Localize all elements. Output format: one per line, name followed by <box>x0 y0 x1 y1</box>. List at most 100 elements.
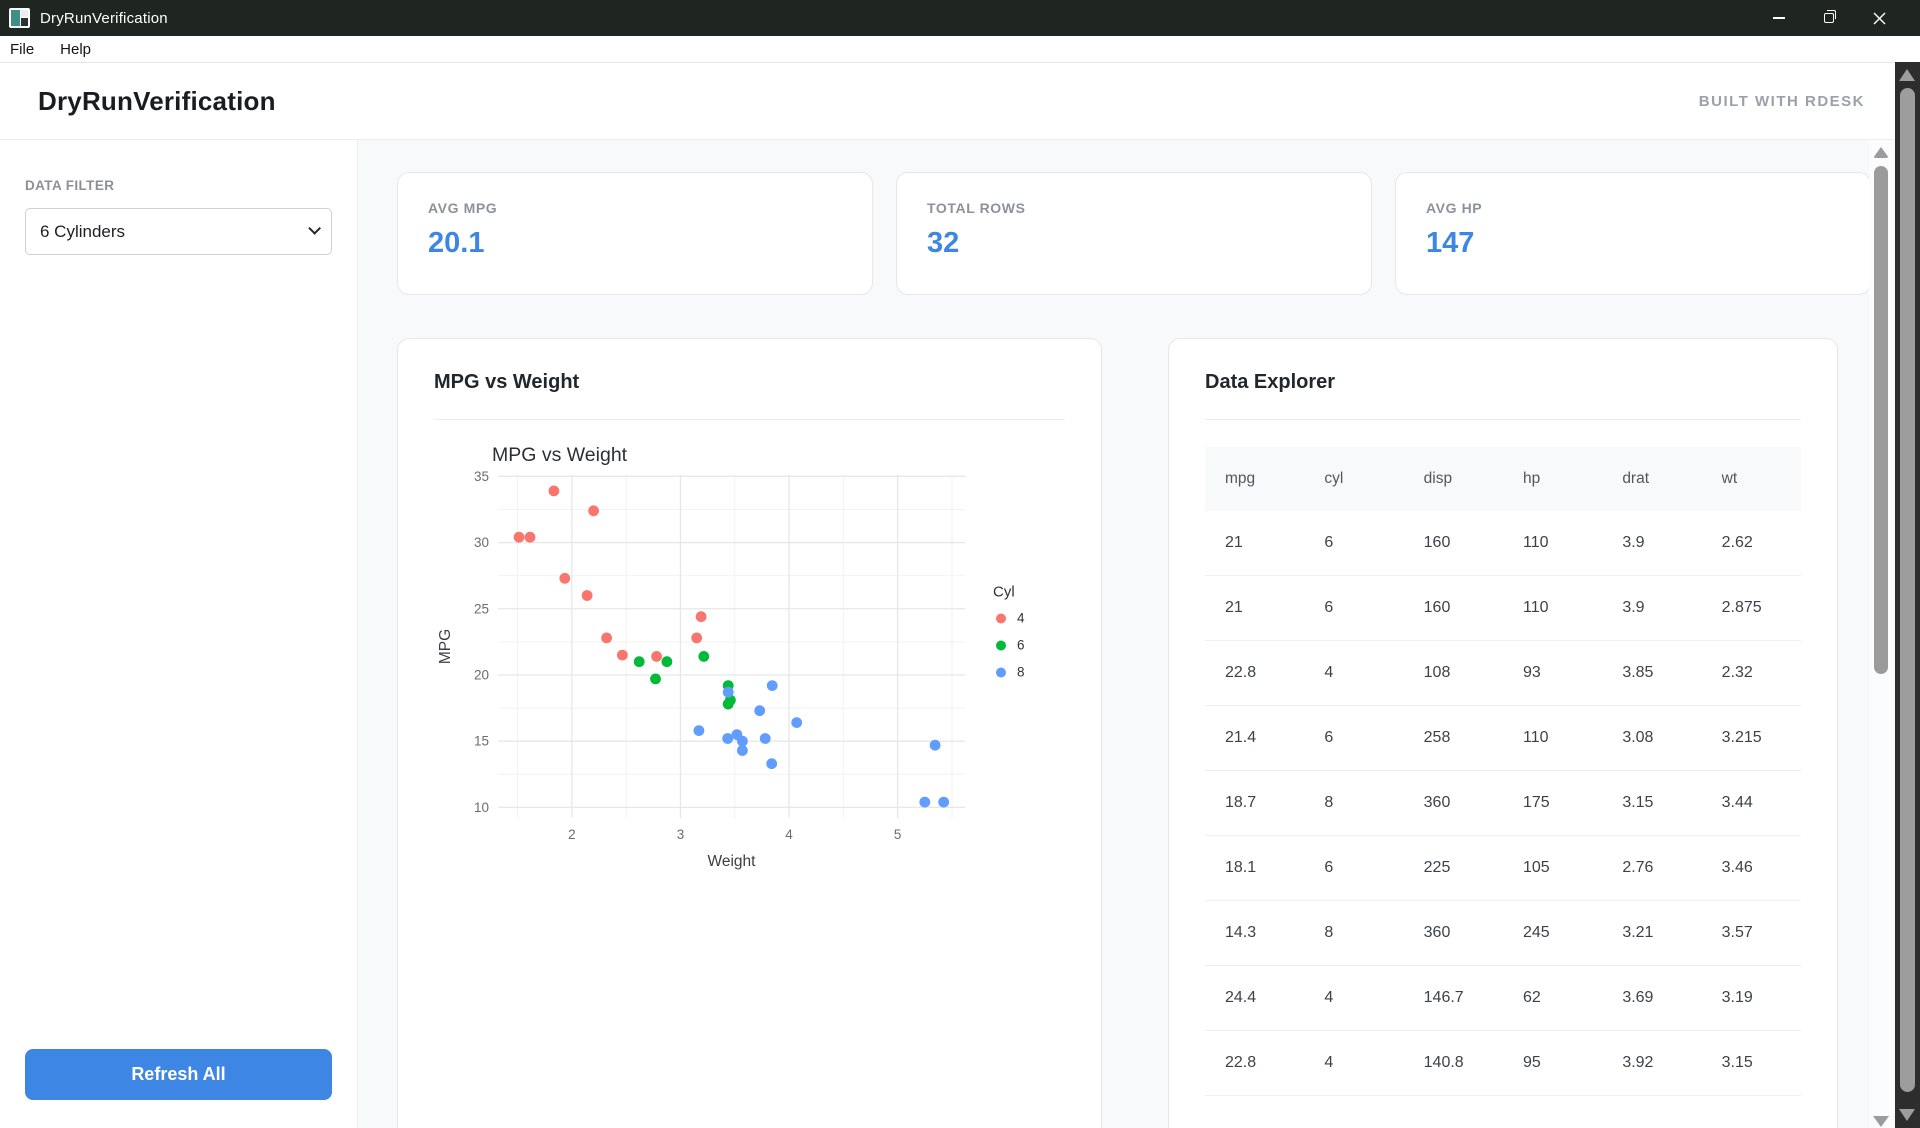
stat-card-avg-hp: AVG HP 147 <box>1395 172 1871 295</box>
table-cell: 3.85 <box>1602 641 1701 706</box>
table-cell: 258 <box>1404 706 1503 771</box>
close-icon <box>1873 12 1886 25</box>
table-cell: 160 <box>1404 576 1503 641</box>
table-cell: 245 <box>1503 901 1602 966</box>
table-cell: 14.3 <box>1205 901 1304 966</box>
table-cell: 3.08 <box>1602 706 1701 771</box>
table-cell: 93 <box>1503 641 1602 706</box>
stat-label: AVG MPG <box>428 200 842 216</box>
table-cell: 3.19 <box>1702 966 1801 1031</box>
table-row: 18.783601753.153.44 <box>1205 771 1801 836</box>
svg-text:MPG: MPG <box>437 629 454 664</box>
table-cell: 175 <box>1503 771 1602 836</box>
table-header: mpgcyldisphpdratwt <box>1205 447 1801 511</box>
table-cell: 2.875 <box>1702 576 1801 641</box>
close-button[interactable] <box>1854 0 1904 36</box>
table-cell: 21 <box>1205 576 1304 641</box>
table-cell: 360 <box>1404 901 1503 966</box>
table-cell: 140.8 <box>1404 1031 1503 1096</box>
svg-text:4: 4 <box>785 827 793 842</box>
table-cell: 3.9 <box>1602 511 1701 576</box>
content-scrollbar-thumb[interactable] <box>1874 166 1888 674</box>
table-cell: 360 <box>1404 771 1503 836</box>
table-cell: 6 <box>1304 706 1403 771</box>
stat-card-total-rows: TOTAL ROWS 32 <box>896 172 1372 295</box>
menu-item-file[interactable]: File <box>10 41 34 58</box>
column-header-mpg: mpg <box>1205 447 1304 511</box>
svg-text:5: 5 <box>894 827 902 842</box>
stat-card-avg-mpg: AVG MPG 20.1 <box>397 172 873 295</box>
table-cell: 3.9 <box>1602 576 1701 641</box>
scroll-up-icon[interactable] <box>1873 147 1889 158</box>
column-header-drat: drat <box>1602 447 1701 511</box>
chart-card: MPG vs Weight MPG vs Weight1015202530352… <box>397 338 1102 1128</box>
table-cell: 3.92 <box>1602 1031 1701 1096</box>
table-cell: 8 <box>1304 771 1403 836</box>
svg-text:15: 15 <box>474 734 489 749</box>
table-cell: 3.215 <box>1702 706 1801 771</box>
table-cell: 110 <box>1503 511 1602 576</box>
table-cell: 2.76 <box>1602 836 1701 901</box>
app-icon <box>9 8 30 28</box>
table-cell: 3.46 <box>1702 836 1801 901</box>
chart-card-title: MPG vs Weight <box>434 371 1065 394</box>
table-cell: 22.8 <box>1205 641 1304 706</box>
built-with-badge: BUILT WITH RDESK <box>1699 93 1865 110</box>
cylinder-filter-select[interactable]: 6 Cylinders <box>25 208 332 255</box>
table-body: 2161601103.92.622161601103.92.87522.8410… <box>1205 511 1801 1096</box>
table-cell: 3.57 <box>1702 901 1801 966</box>
table-cell: 110 <box>1503 706 1602 771</box>
refresh-all-button[interactable]: Refresh All <box>25 1049 332 1100</box>
sidebar: DATA FILTER 6 Cylinders Refresh All <box>0 140 358 1128</box>
table-cell: 22.8 <box>1205 1031 1304 1096</box>
table-cell: 3.15 <box>1702 1031 1801 1096</box>
title-bar: DryRunVerification <box>0 0 1920 36</box>
svg-text:25: 25 <box>474 601 489 616</box>
svg-text:MPG vs Weight: MPG vs Weight <box>492 444 628 466</box>
table-cell: 110 <box>1503 576 1602 641</box>
window-scrollbar[interactable] <box>1895 62 1920 1128</box>
stat-label: AVG HP <box>1426 200 1840 216</box>
maximize-restore-button[interactable] <box>1804 0 1854 36</box>
scroll-down-icon[interactable] <box>1873 1116 1889 1127</box>
table-cell: 21 <box>1205 511 1304 576</box>
svg-text:2: 2 <box>568 827 576 842</box>
scroll-down-icon[interactable] <box>1899 1109 1915 1121</box>
mpg-weight-scatter-svg: MPG vs Weight1015202530352345WeightMPGCy… <box>434 442 1079 880</box>
table-row: 21.462581103.083.215 <box>1205 706 1801 771</box>
column-header-wt: wt <box>1702 447 1801 511</box>
menu-item-help[interactable]: Help <box>60 41 91 58</box>
svg-text:10: 10 <box>474 800 489 815</box>
svg-text:30: 30 <box>474 535 489 550</box>
table-cell: 24.4 <box>1205 966 1304 1031</box>
table-cell: 108 <box>1404 641 1503 706</box>
data-explorer-title: Data Explorer <box>1205 371 1801 394</box>
table-cell: 62 <box>1503 966 1602 1031</box>
table-row: 24.44146.7623.693.19 <box>1205 966 1801 1031</box>
divider <box>434 419 1065 420</box>
table-cell: 105 <box>1503 836 1602 901</box>
scroll-up-icon[interactable] <box>1899 69 1915 81</box>
svg-text:35: 35 <box>474 469 489 484</box>
table-row: 14.383602453.213.57 <box>1205 901 1801 966</box>
stat-value: 20.1 <box>428 227 842 260</box>
table-cell: 18.7 <box>1205 771 1304 836</box>
minimize-button[interactable] <box>1754 0 1804 36</box>
divider <box>1205 419 1801 420</box>
table-cell: 21.4 <box>1205 706 1304 771</box>
table-cell: 6 <box>1304 836 1403 901</box>
column-header-hp: hp <box>1503 447 1602 511</box>
data-filter-label: DATA FILTER <box>25 178 332 193</box>
svg-text:Cyl: Cyl <box>993 584 1015 601</box>
main-content: AVG MPG 20.1 TOTAL ROWS 32 AVG HP 147 MP… <box>358 140 1920 1128</box>
page-title: DryRunVerification <box>38 86 276 117</box>
content-scrollbar[interactable] <box>1869 140 1893 1128</box>
table-cell: 6 <box>1304 576 1403 641</box>
svg-text:3: 3 <box>677 827 685 842</box>
mpg-weight-chart: MPG vs Weight1015202530352345WeightMPGCy… <box>434 442 1065 885</box>
svg-text:8: 8 <box>1017 665 1025 680</box>
table-cell: 4 <box>1304 966 1403 1031</box>
window-title: DryRunVerification <box>40 10 168 27</box>
window-scrollbar-thumb[interactable] <box>1900 88 1915 1092</box>
table-cell: 3.21 <box>1602 901 1701 966</box>
